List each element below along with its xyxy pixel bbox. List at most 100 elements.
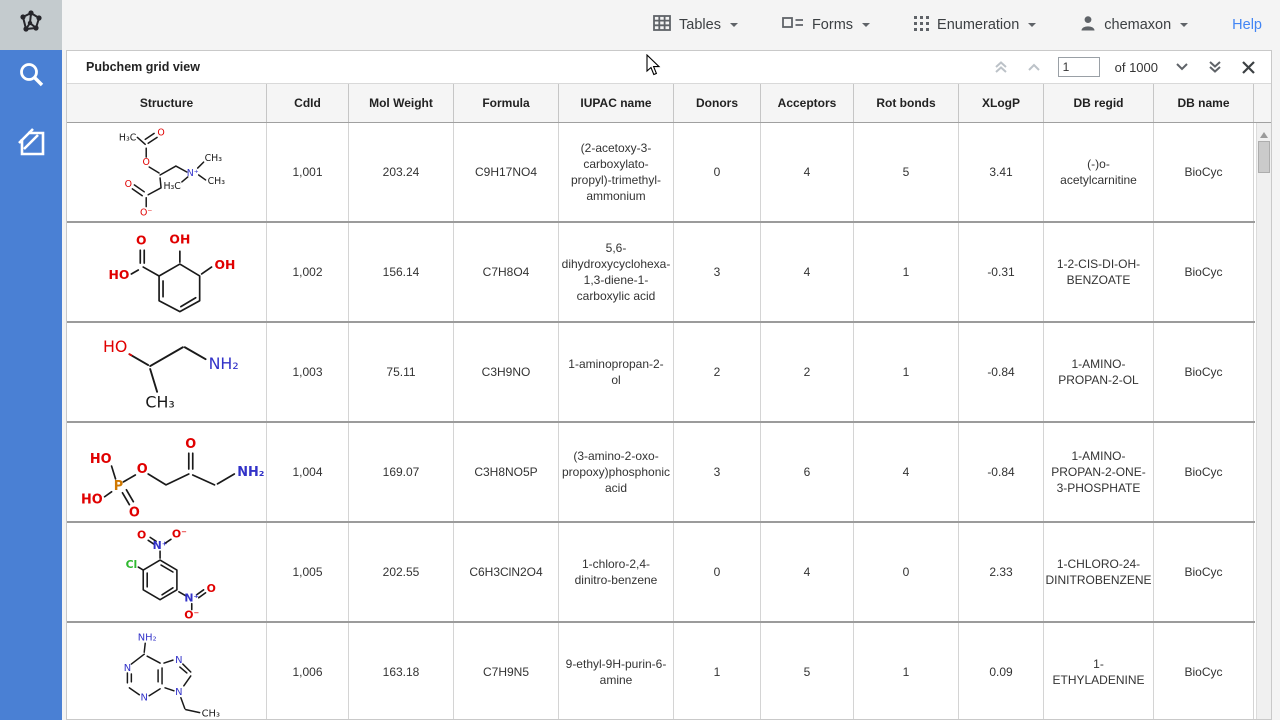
structure-drawing-aminopropanol: HO NH₂ CH₃ — [68, 324, 266, 420]
next-page-button[interactable] — [1173, 58, 1191, 76]
table-body: H₃C O O N⁺ CH₃ CH₃ H₃C O O⁻ 1,001 203.24… — [67, 123, 1255, 719]
sketch-icon[interactable] — [14, 126, 48, 160]
column-header-mol-weight[interactable]: Mol Weight — [349, 84, 454, 122]
table-header-row: Structure CdId Mol Weight Formula IUPAC … — [67, 84, 1271, 123]
structure-drawing-chlorodinitrobenzene: Cl N⁺ O O⁻ N⁺ O O⁻ — [68, 524, 266, 620]
page-number-input[interactable] — [1058, 57, 1100, 77]
cell-formula: C7H9N5 — [454, 623, 559, 719]
molecule-icon — [16, 8, 46, 43]
nav-enumeration[interactable]: Enumeration — [914, 16, 1036, 35]
column-header-iupac-name[interactable]: IUPAC name — [559, 84, 674, 122]
cell-xlogp: -0.84 — [959, 423, 1044, 521]
pager: of 1000 — [992, 57, 1271, 77]
cell-xlogp: 0.09 — [959, 623, 1044, 719]
atom-label: N — [123, 663, 130, 674]
cell-donors: 0 — [674, 123, 761, 221]
atom-label: O — [142, 157, 149, 168]
cell-iupac: 1-chloro-2,4-dinitro-benzene — [559, 523, 674, 621]
cell-db-regid: 1-ETHYLADENINE — [1044, 623, 1154, 719]
table-row[interactable]: O HO OH OH 1,002 156.14 C7H8O4 5,6-dihyd… — [67, 223, 1255, 323]
cell-mol-weight: 169.07 — [349, 423, 454, 521]
table-row[interactable]: H₃C O O N⁺ CH₃ CH₃ H₃C O O⁻ 1,001 203.24… — [67, 123, 1255, 223]
nav-tables[interactable]: Tables — [653, 15, 738, 35]
atom-label: OH — [214, 258, 235, 272]
cell-db-regid: 1-AMINO-PROPAN-2-OL — [1044, 323, 1154, 421]
cell-acceptors: 4 — [761, 223, 854, 321]
dots-grid-icon — [914, 16, 929, 35]
cell-rot-bonds: 4 — [854, 423, 959, 521]
top-navigation: Tables Forms — [653, 0, 1280, 50]
column-header-acceptors[interactable]: Acceptors — [761, 84, 854, 122]
column-header-cdid[interactable]: CdId — [267, 84, 349, 122]
cell-rot-bonds: 1 — [854, 223, 959, 321]
column-header-structure[interactable]: Structure — [67, 84, 267, 122]
atom-label: N⁺ — [186, 168, 198, 179]
structure-drawing-aminopropanone-phosphate: HO HO P O O O NH₂ — [68, 424, 266, 520]
cell-rot-bonds: 0 — [854, 523, 959, 621]
table-row[interactable]: HO NH₂ CH₃ 1,003 75.11 C3H9NO 1-aminopro… — [67, 323, 1255, 423]
cell-xlogp: 3.41 — [959, 123, 1044, 221]
table-row[interactable]: Cl N⁺ O O⁻ N⁺ O O⁻ 1,005 202.55 C6H3ClN2… — [67, 523, 1255, 623]
search-icon[interactable] — [14, 58, 48, 92]
column-header-rot-bonds[interactable]: Rot bonds — [854, 84, 959, 122]
cell-mol-weight: 203.24 — [349, 123, 454, 221]
previous-page-button[interactable] — [1025, 58, 1043, 76]
atom-label: CH₃ — [201, 709, 219, 719]
atom-label: HO — [89, 452, 111, 467]
top-bar: Tables Forms — [0, 0, 1280, 50]
nav-forms-label: Forms — [812, 17, 853, 33]
cell-rot-bonds: 5 — [854, 123, 959, 221]
cell-acceptors: 5 — [761, 623, 854, 719]
table-row[interactable]: HO HO P O O O NH₂ 1,004 169.07 C3H8NO5P … — [67, 423, 1255, 523]
structure-cell: Cl N⁺ O O⁻ N⁺ O O⁻ — [67, 523, 267, 621]
help-link[interactable]: Help — [1232, 17, 1262, 33]
cell-db-name: BioCyc — [1154, 223, 1254, 321]
structure-cell: HO HO P O O O NH₂ — [67, 423, 267, 521]
column-header-xlogp[interactable]: XLogP — [959, 84, 1044, 122]
cell-formula: C7H8O4 — [454, 223, 559, 321]
cell-iupac: 1-aminopropan-2-ol — [559, 323, 674, 421]
last-page-button[interactable] — [1206, 58, 1224, 76]
scrollbar-up-arrow-icon[interactable] — [1260, 128, 1268, 138]
atom-label: O — [136, 528, 145, 541]
atom-label: N⁺ — [152, 539, 167, 552]
atom-label: N⁺ — [184, 592, 199, 605]
cell-iupac: (3-amino-2-oxo-propoxy)phosphonic acid — [559, 423, 674, 521]
first-page-button[interactable] — [992, 58, 1010, 76]
atom-label: O — [128, 506, 139, 520]
column-header-db-regid[interactable]: DB regid — [1044, 84, 1154, 122]
cell-mol-weight: 202.55 — [349, 523, 454, 621]
close-icon[interactable] — [1239, 58, 1257, 76]
chevron-down-icon — [862, 23, 870, 31]
cell-cdid: 1,003 — [267, 323, 349, 421]
panel-header: Pubchem grid view of 1000 — [67, 51, 1271, 84]
atom-label: N — [175, 687, 182, 698]
atom-label: NH₂ — [237, 465, 264, 480]
vertical-scrollbar[interactable] — [1256, 123, 1271, 719]
structure-cell: O HO OH OH — [67, 223, 267, 321]
atom-label: O — [185, 437, 196, 452]
nav-user-label: chemaxon — [1104, 17, 1171, 33]
atom-label: O⁻ — [184, 609, 199, 620]
chevron-down-icon — [1180, 23, 1188, 31]
cell-donors: 2 — [674, 323, 761, 421]
column-header-formula[interactable]: Formula — [454, 84, 559, 122]
atom-label: O — [124, 179, 131, 190]
cell-acceptors: 2 — [761, 323, 854, 421]
atom-label: O — [157, 127, 164, 138]
table-grid-icon — [653, 15, 671, 35]
cell-db-name: BioCyc — [1154, 623, 1254, 719]
atom-label: H₃C — [163, 181, 181, 192]
table-row[interactable]: NH₂ N N N N CH₃ 1,006 163.18 C7H9N5 9-et… — [67, 623, 1255, 719]
scrollbar-thumb[interactable] — [1258, 141, 1270, 173]
nav-user-chemaxon[interactable]: chemaxon — [1080, 15, 1188, 35]
structure-cell: HO NH₂ CH₃ — [67, 323, 267, 421]
cell-donors: 3 — [674, 223, 761, 321]
cell-mol-weight: 163.18 — [349, 623, 454, 719]
left-sidebar — [0, 50, 62, 720]
app-logo[interactable] — [0, 0, 62, 50]
cell-donors: 1 — [674, 623, 761, 719]
column-header-donors[interactable]: Donors — [674, 84, 761, 122]
column-header-db-name[interactable]: DB name — [1154, 84, 1254, 122]
nav-forms[interactable]: Forms — [782, 15, 870, 35]
